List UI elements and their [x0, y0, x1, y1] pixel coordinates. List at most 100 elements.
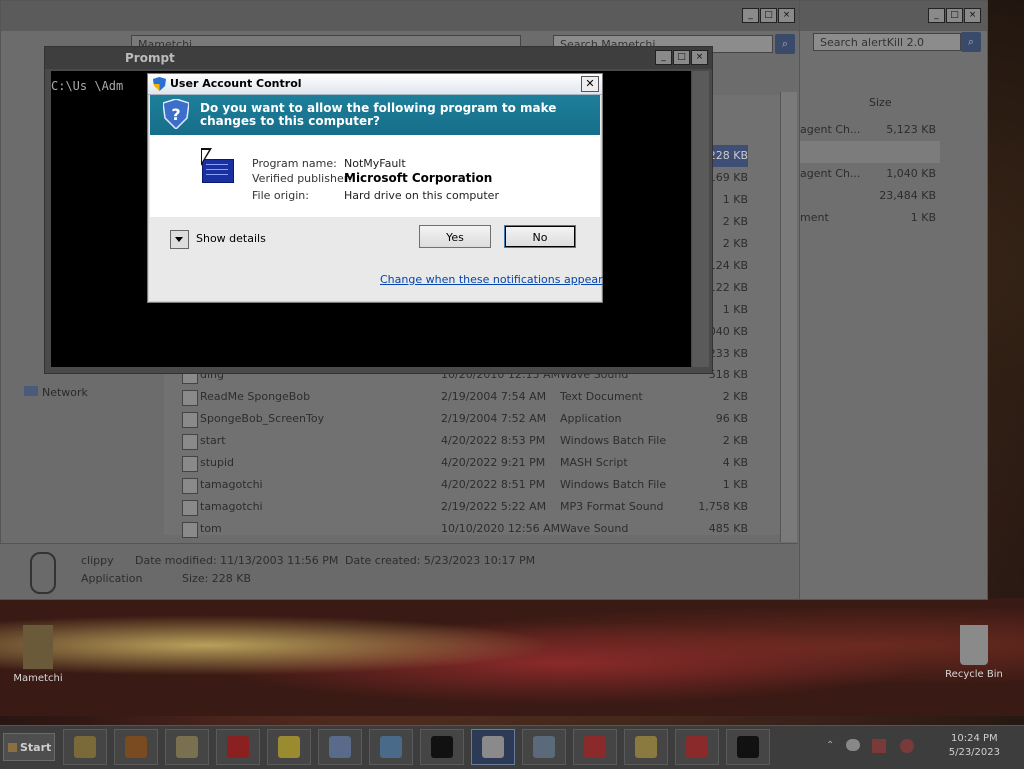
close-button[interactable]: ✕	[581, 76, 599, 92]
minimize-button[interactable]: _	[928, 8, 945, 23]
table-row[interactable]: tamagotchi 2/19/2022 5:22 AM MP3 Format So…	[182, 496, 777, 518]
window-controls: _ □ ×	[742, 8, 795, 23]
file-date: 4/20/2022 9:21 PM	[441, 456, 546, 469]
item-size: 23,484 KB	[879, 189, 936, 202]
show-details-label: Show details	[196, 232, 266, 245]
change-notifications-link[interactable]: Change when these notifications appear	[380, 273, 603, 286]
search-icon[interactable]: ⌕	[961, 32, 981, 52]
clock-date: 5/23/2023	[948, 747, 1000, 758]
file-icon	[182, 412, 198, 428]
details-created: Date created: 5/23/2023 10:17 PM	[345, 554, 535, 567]
clock[interactable]: 10:24 PM 5/23/2023	[949, 732, 1000, 760]
dialog-banner: ? Do you want to allow the following pro…	[150, 95, 600, 135]
taskbar-button-pencil[interactable]	[624, 729, 668, 765]
clock-time: 10:24 PM	[951, 733, 998, 744]
taskbar-button-toolbox[interactable]	[573, 729, 617, 765]
file-size: 1,758 KB	[698, 500, 748, 513]
volume-muted-icon[interactable]	[900, 739, 914, 753]
file-icon	[182, 522, 198, 538]
details-name: clippy	[81, 554, 114, 567]
taskbar-button-sun[interactable]	[267, 729, 311, 765]
search-icon[interactable]: ⌕	[775, 34, 795, 54]
list-item[interactable]: agent Ch... 5,123 KB	[800, 119, 940, 141]
close-button[interactable]: ×	[778, 8, 795, 23]
list-item[interactable]: 23,484 KB	[800, 185, 940, 207]
table-row[interactable]: stupid 4/20/2022 9:21 PM MASH Script 4 KB	[182, 452, 777, 474]
no-button[interactable]: No	[504, 225, 576, 248]
file-size: 4 KB	[722, 456, 748, 469]
table-row[interactable]: tom 10/10/2020 12:56 AM Wave Sound 485 KB	[182, 518, 777, 540]
list-item[interactable]	[800, 141, 940, 163]
file-name: start	[200, 434, 226, 447]
file-icon	[182, 456, 198, 472]
list-item[interactable]: ment 1 KB	[800, 207, 940, 229]
minimize-button[interactable]: _	[742, 8, 759, 23]
value: 228 KB	[211, 572, 252, 585]
details-pane: clippy Application Date modified: 11/13/…	[0, 543, 798, 599]
maximize-button[interactable]: □	[760, 8, 777, 23]
chevron-down-icon[interactable]	[170, 230, 189, 249]
taskbar-button-document[interactable]	[318, 729, 362, 765]
taskbar-button-chrome[interactable]	[63, 729, 107, 765]
file-type: Windows Batch File	[560, 434, 667, 447]
table-row[interactable]: start 4/20/2022 8:53 PM Windows Batch File…	[182, 430, 777, 452]
minimize-button[interactable]: _	[655, 50, 672, 65]
publisher-label: Verified publisher:	[252, 172, 352, 185]
file-type: Application	[560, 412, 622, 425]
taskbar-button-firefox[interactable]	[114, 729, 158, 765]
maximize-button[interactable]: □	[673, 50, 690, 65]
file-size: 2 KB	[722, 434, 748, 447]
file-date: 2/19/2004 7:54 AM	[441, 390, 547, 403]
close-button[interactable]: ×	[964, 8, 981, 23]
tray-app-icon[interactable]	[846, 739, 860, 751]
file-type: Windows Batch File	[560, 478, 667, 491]
maximize-button[interactable]: □	[946, 8, 963, 23]
taskbar-button-cmd[interactable]	[726, 729, 770, 765]
value: 11/13/2003 11:56 PM	[220, 554, 339, 567]
toolbox-icon	[584, 736, 606, 758]
table-row[interactable]: tamagotchi 4/20/2022 8:51 PM Windows Batch…	[182, 474, 777, 496]
file-date: 2/19/2022 5:22 AM	[441, 500, 547, 513]
close-button[interactable]: ×	[691, 50, 708, 65]
taskbar-button-calculator[interactable]	[471, 729, 515, 765]
details-modified: Date modified: 11/13/2003 11:56 PM	[135, 554, 338, 567]
file-name: SpongeBob_ScreenToy	[200, 412, 325, 425]
icon-label: Recycle Bin	[945, 669, 1003, 680]
windows-flag-icon	[8, 743, 17, 752]
taskbar-button-cmd[interactable]	[420, 729, 464, 765]
table-row[interactable]: ReadMe SpongeBob 2/19/2004 7:54 AM Text Do…	[182, 386, 777, 408]
taskbar-button-folder[interactable]	[165, 729, 209, 765]
file-date: 10/10/2020 12:56 AM	[441, 522, 561, 535]
folder-icon	[23, 625, 53, 669]
item-name: agent Ch...	[800, 167, 861, 180]
taskbar-button-network[interactable]	[369, 729, 413, 765]
mouse-cursor	[201, 148, 212, 166]
column-header-size[interactable]: Size	[869, 93, 892, 113]
dialog-title-bar: User Account Control ✕	[148, 74, 602, 95]
list-item[interactable]: agent Ch... 1,040 KB	[800, 163, 940, 185]
network-error-icon[interactable]	[872, 739, 886, 753]
yes-button[interactable]: Yes	[419, 225, 491, 248]
scrollbar[interactable]	[780, 92, 797, 542]
item-name: ment	[800, 211, 829, 224]
nav-item-network[interactable]: Network	[24, 386, 88, 399]
sun-icon	[278, 736, 300, 758]
toolbox-icon	[686, 736, 708, 758]
scrollbar[interactable]	[692, 71, 709, 367]
clippy-icon	[30, 552, 56, 594]
taskbar-button-lambda[interactable]	[522, 729, 566, 765]
taskbar-button-toolbox[interactable]	[675, 729, 719, 765]
file-date: 2/19/2004 7:52 AM	[441, 412, 547, 425]
taskbar-button-yandex[interactable]	[216, 729, 260, 765]
file-icon	[182, 500, 198, 516]
show-hidden-icons-button[interactable]: ⌃	[826, 740, 834, 751]
nav-label: Network	[42, 386, 88, 399]
desktop-icon-recycle-bin[interactable]: Recycle Bin	[939, 625, 1009, 680]
table-row[interactable]: SpongeBob_ScreenToy 2/19/2004 7:52 AM Appl…	[182, 408, 777, 430]
start-button[interactable]: Start	[3, 733, 55, 761]
item-name: agent Ch...	[800, 123, 861, 136]
program-info: Program name: NotMyFault Verified publis…	[150, 135, 600, 217]
desktop-icon-mametchi[interactable]: Mametchi	[3, 625, 73, 684]
search-input[interactable]: Search alertKill 2.0	[813, 33, 961, 51]
details-kind: Application	[81, 572, 143, 585]
